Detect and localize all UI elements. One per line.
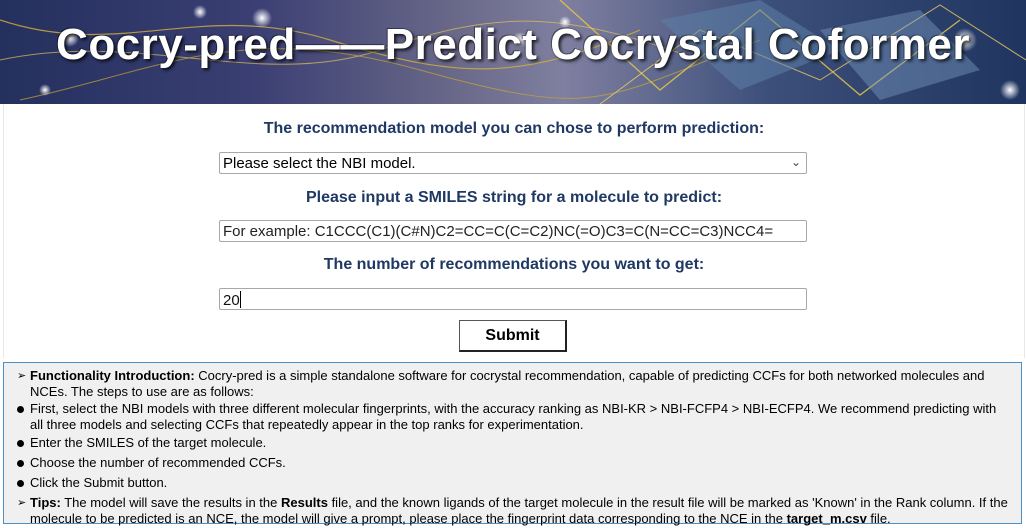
submit-button[interactable]: Submit — [459, 320, 567, 352]
count-label: The number of recommendations you want t… — [323, 256, 705, 273]
text-caret — [239, 291, 241, 308]
bullet-icon — [17, 460, 24, 467]
smiles-label: Please input a SMILES string for a molec… — [305, 189, 723, 206]
model-select[interactable]: Please select the NBI model. ⌄ — [219, 152, 807, 174]
tips-title: Tips: — [30, 495, 61, 510]
count-value: 20 — [223, 291, 241, 309]
results-file-name: Results — [280, 495, 328, 510]
bullet-icon — [17, 406, 24, 413]
bullet-icon — [17, 440, 24, 447]
arrow-marker-icon: ➢ — [17, 370, 27, 382]
info-panel: ➢ Functionality Introduction: Cocry-pred… — [3, 362, 1022, 527]
step-item: Click the Submit button. — [30, 475, 168, 490]
prediction-form: The recommendation model you can chose t… — [3, 104, 1025, 358]
arrow-marker-icon: ➢ — [17, 497, 27, 509]
tips-text: file. — [866, 511, 891, 526]
chevron-down-icon: ⌄ — [790, 155, 801, 169]
header-banner: Cocry-pred——Predict Cocrystal Coformer — [0, 0, 1026, 104]
tips: Tips: The model will save the results in… — [30, 495, 1010, 527]
functionality-introduction: Functionality Introduction: Cocry-pred i… — [30, 368, 1010, 400]
step-item: Enter the SMILES of the target molecule. — [30, 435, 267, 450]
smiles-placeholder: For example: C1CCC(C1)(C#N)C2=CC=C(C=C2)… — [223, 223, 774, 240]
model-label: The recommendation model you can chose t… — [263, 120, 765, 137]
smiles-input[interactable]: For example: C1CCC(C1)(C#N)C2=CC=C(C=C2)… — [219, 220, 807, 242]
step-item: First, select the NBI models with three … — [30, 401, 997, 432]
recommendation-count-input[interactable]: 20 — [219, 288, 807, 310]
tips-text: The model will save the results in the — [60, 495, 281, 510]
page-title: Cocry-pred——Predict Cocrystal Coformer — [56, 20, 970, 69]
intro-title: Functionality Introduction: — [30, 368, 195, 383]
bullet-icon — [17, 480, 24, 487]
model-select-value: Please select the NBI model. — [223, 155, 416, 172]
step-item: Choose the number of recommended CCFs. — [30, 455, 286, 470]
target-file-name: target_m.csv — [786, 511, 867, 526]
